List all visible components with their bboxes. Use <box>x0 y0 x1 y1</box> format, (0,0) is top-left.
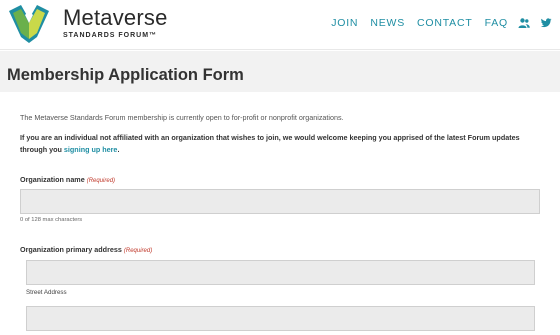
metaverse-logo-icon[interactable] <box>7 3 51 45</box>
nav-join[interactable]: JOIN <box>331 16 358 30</box>
page-title: Membership Application Form <box>7 66 244 84</box>
twitter-icon[interactable] <box>540 17 552 29</box>
nav-contact[interactable]: CONTACT <box>417 16 473 30</box>
nav-faq[interactable]: FAQ <box>485 16 508 30</box>
org-name-label: Organization name (Required) <box>20 175 115 186</box>
org-address-label-text: Organization primary address <box>20 245 122 254</box>
brand-name[interactable]: Metaverse <box>63 6 168 30</box>
users-icon[interactable] <box>518 17 530 29</box>
org-name-label-text: Organization name <box>20 175 85 184</box>
site-header: Metaverse STANDARDS FORUM™ JOIN NEWS CON… <box>0 0 560 50</box>
main-nav: JOIN NEWS CONTACT FAQ <box>319 16 552 30</box>
address-line-2-input[interactable] <box>26 306 535 331</box>
form-notice: If you are an individual not affiliated … <box>20 132 540 155</box>
street-address-input[interactable] <box>26 260 535 285</box>
nav-news[interactable]: NEWS <box>370 16 405 30</box>
org-name-char-count: 0 of 128 max characters <box>20 217 83 223</box>
signup-link[interactable]: signing up here <box>64 145 118 154</box>
org-name-input[interactable] <box>20 189 540 214</box>
street-address-label: Street Address <box>26 289 67 296</box>
brand-subtitle: STANDARDS FORUM™ <box>63 32 158 39</box>
org-name-required: (Required) <box>86 178 116 184</box>
org-address-label: Organization primary address (Required) <box>20 245 152 256</box>
notice-end: . <box>117 144 120 154</box>
org-address-required: (Required) <box>123 248 153 254</box>
form-intro: The Metaverse Standards Forum membership… <box>20 113 344 122</box>
